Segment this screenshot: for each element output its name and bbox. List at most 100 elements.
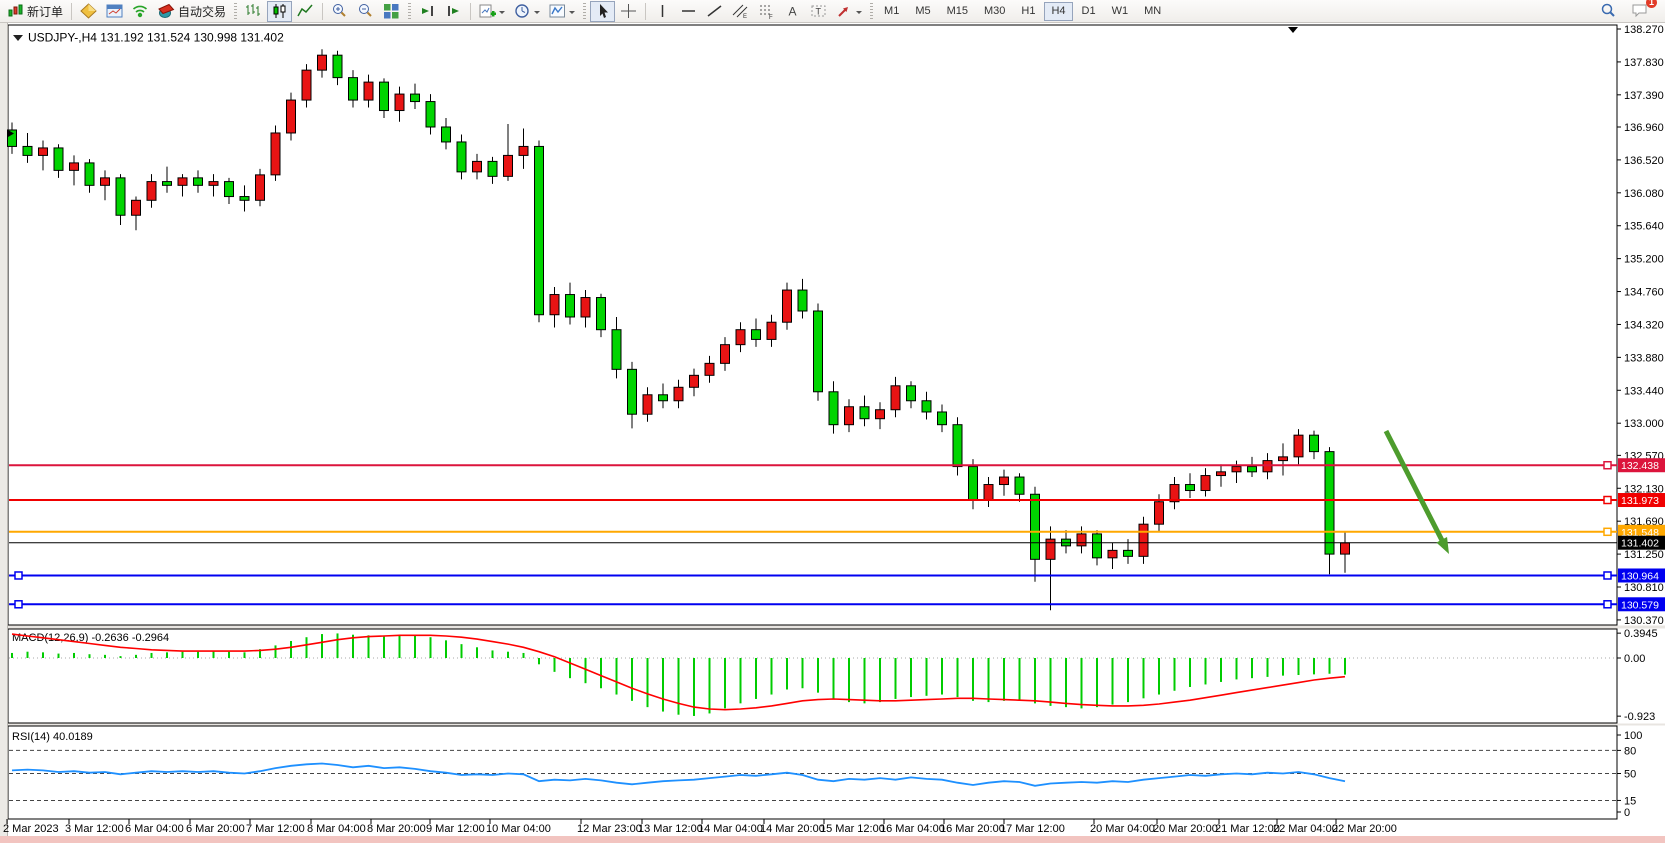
macd-histogram-bar xyxy=(228,652,230,658)
candle-body-bear xyxy=(349,78,358,100)
macd-histogram-bar xyxy=(492,650,494,658)
svg-text:A: A xyxy=(789,5,797,19)
macd-histogram-bar xyxy=(151,653,153,658)
search-button[interactable] xyxy=(1596,1,1621,22)
vertical-line-tool-button[interactable] xyxy=(650,1,675,22)
candle-body-bull xyxy=(1217,472,1226,476)
period-button[interactable] xyxy=(510,1,544,22)
dropdown-arrow-icon xyxy=(499,11,505,17)
timeframe-button-W1[interactable]: W1 xyxy=(1105,2,1136,21)
macd-histogram-bar xyxy=(58,654,60,658)
market-watch-icon xyxy=(80,3,97,19)
chart-background xyxy=(0,23,1665,843)
svg-text:F: F xyxy=(769,15,773,19)
macd-histogram-bar xyxy=(616,658,618,695)
tile-windows-button[interactable] xyxy=(379,1,404,22)
timeframe-button-H4[interactable]: H4 xyxy=(1044,2,1072,21)
dropdown-arrow-icon xyxy=(534,11,540,17)
crosshair-button[interactable] xyxy=(616,1,641,22)
line-chart-button[interactable] xyxy=(293,1,318,22)
new-chart-button[interactable] xyxy=(475,1,509,22)
candle-body-bull xyxy=(550,295,559,315)
candle-body-bear xyxy=(860,407,869,419)
label-tool-button[interactable]: T xyxy=(806,1,831,22)
main-price-panel[interactable] xyxy=(8,25,1617,625)
text-tool-button[interactable]: A xyxy=(780,1,805,22)
candle-body-bull xyxy=(395,94,404,110)
timeframe-button-M1[interactable]: M1 xyxy=(877,2,906,21)
horizontal-line-tool-button[interactable] xyxy=(676,1,701,22)
hline-handle[interactable] xyxy=(1604,528,1611,535)
candle-body-bear xyxy=(380,82,389,110)
hline-handle[interactable] xyxy=(1604,497,1611,504)
candle-body-bull xyxy=(39,148,48,155)
macd-histogram-bar xyxy=(1236,658,1238,679)
macd-histogram-bar xyxy=(755,658,757,699)
candle-body-bull xyxy=(876,410,885,419)
candle-body-bull xyxy=(1155,502,1164,524)
time-axis-label: 20 Mar 20:00 xyxy=(1153,823,1218,835)
trendline-tool-button[interactable] xyxy=(702,1,727,22)
candle xyxy=(271,125,280,180)
bar-chart-button[interactable] xyxy=(241,1,266,22)
zoom-out-button[interactable] xyxy=(353,1,378,22)
chart-window-button[interactable] xyxy=(102,1,127,22)
chart-window-icon xyxy=(106,3,123,19)
time-axis-label: 2 Mar 2023 xyxy=(3,823,59,835)
market-watch-button[interactable] xyxy=(76,1,101,22)
crosshair-icon xyxy=(620,3,637,19)
hline-handle[interactable] xyxy=(15,572,22,579)
chart-shift-button[interactable] xyxy=(441,1,466,22)
zoom-in-button[interactable] xyxy=(327,1,352,22)
timeframe-button-M15[interactable]: M15 xyxy=(940,2,975,21)
macd-histogram-bar xyxy=(1034,658,1036,703)
macd-histogram-bar xyxy=(1065,658,1067,707)
panel-separator xyxy=(0,626,1665,629)
hline-handle[interactable] xyxy=(15,601,22,608)
macd-histogram-bar xyxy=(631,658,633,701)
macd-histogram-bar xyxy=(42,652,44,658)
macd-panel[interactable] xyxy=(8,629,1617,723)
chart-canvas[interactable]: USDJPY-,H4 131.192 131.524 130.998 131.4… xyxy=(0,23,1665,843)
shapes-tool-button[interactable] xyxy=(832,1,866,22)
macd-histogram-bar xyxy=(414,635,416,658)
timeframe-button-MN[interactable]: MN xyxy=(1137,2,1168,21)
text-icon: A xyxy=(784,3,801,19)
auto-trading-icon xyxy=(158,3,175,19)
macd-histogram-bar xyxy=(569,658,571,678)
horizontal-scrollbar[interactable] xyxy=(0,836,1665,843)
horizontal-line-icon xyxy=(680,3,697,19)
auto-scroll-button[interactable] xyxy=(415,1,440,22)
signal-button[interactable] xyxy=(128,1,153,22)
hline-handle[interactable] xyxy=(1604,572,1611,579)
timeframe-button-D1[interactable]: D1 xyxy=(1075,2,1103,21)
macd-histogram-bar xyxy=(1019,658,1021,701)
macd-histogram-bar xyxy=(1298,658,1300,675)
new-order-button[interactable]: 新订单 xyxy=(3,1,67,22)
candle-body-bull xyxy=(271,133,280,175)
template-button[interactable] xyxy=(545,1,579,22)
candle-body-bull xyxy=(1201,476,1210,491)
cursor-button[interactable] xyxy=(590,1,615,22)
fibonacci-tool-button[interactable]: F xyxy=(754,1,779,22)
timeframe-button-M30[interactable]: M30 xyxy=(977,2,1012,21)
macd-histogram-bar xyxy=(213,651,215,658)
template-icon xyxy=(549,3,566,19)
hline-handle[interactable] xyxy=(1604,462,1611,469)
shapes-icon xyxy=(836,3,853,19)
macd-histogram-bar xyxy=(554,658,556,672)
hline-handle[interactable] xyxy=(1604,601,1611,608)
timeframe-button-M5[interactable]: M5 xyxy=(908,2,937,21)
candle-body-bear xyxy=(814,311,823,392)
auto-trading-button[interactable]: 自动交易 xyxy=(154,1,230,22)
timeframe-button-H1[interactable]: H1 xyxy=(1014,2,1042,21)
candle-body-bear xyxy=(1325,452,1334,554)
channel-tool-button[interactable]: E xyxy=(728,1,753,22)
candle-body-bear xyxy=(907,386,916,401)
time-axis-label: 7 Mar 12:00 xyxy=(246,823,305,835)
toolbar-grip xyxy=(234,3,237,20)
zoom-in-icon xyxy=(331,3,348,19)
candlestick-chart-button[interactable] xyxy=(267,1,292,22)
macd-histogram-bar xyxy=(988,658,990,702)
timeframe-group: M1M5M15M30H1H4D1W1MN xyxy=(877,2,1168,21)
